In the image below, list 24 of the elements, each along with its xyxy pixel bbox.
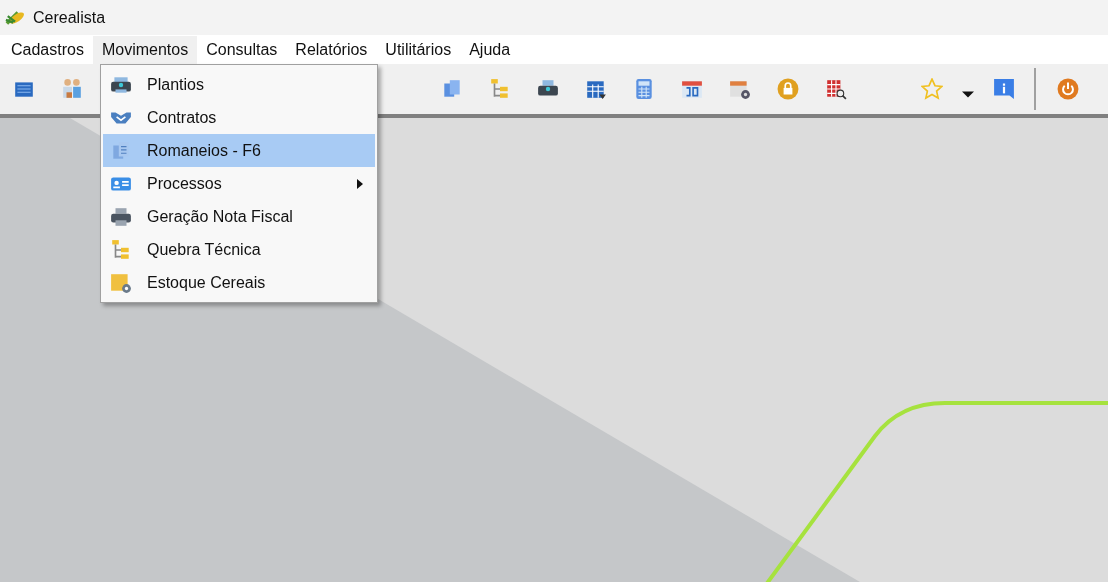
menu-item[interactable]: Plantios: [103, 68, 375, 101]
menu-item[interactable]: Geração Nota Fiscal: [103, 200, 375, 233]
menu-item[interactable]: Contratos: [103, 101, 375, 134]
printer-icon: [109, 205, 133, 228]
menu-item[interactable]: Ajuda: [460, 35, 520, 64]
menu-item[interactable]: Consultas: [197, 35, 287, 64]
menu-item[interactable]: Cadastros: [2, 35, 93, 64]
menu-item-label: Geração Nota Fiscal: [147, 207, 293, 226]
menu-item-label: Quebra Técnica: [147, 240, 261, 259]
menu-item-label: Estoque Cereais: [147, 273, 266, 292]
menu-item-label: Romaneios - F6: [147, 141, 261, 160]
menu-item-label: Processos: [147, 174, 222, 193]
menu-item[interactable]: Romaneios - F6: [103, 134, 375, 167]
submenu-arrow-icon: [357, 178, 363, 189]
menu-item-label: Contratos: [147, 108, 217, 127]
menu-item[interactable]: Movimentos: [92, 35, 198, 64]
box-gear-icon: [109, 271, 133, 294]
window-title: Cerealista: [33, 8, 106, 27]
menu-item[interactable]: Estoque Cereais: [103, 266, 375, 299]
menu-item[interactable]: Utilitários: [376, 35, 461, 64]
menu-item[interactable]: Quebra Técnica: [103, 233, 375, 266]
menu-item[interactable]: Relatórios: [286, 35, 377, 64]
menu-item[interactable]: Processos: [103, 167, 375, 200]
menu-item-label: Plantios: [147, 75, 204, 94]
